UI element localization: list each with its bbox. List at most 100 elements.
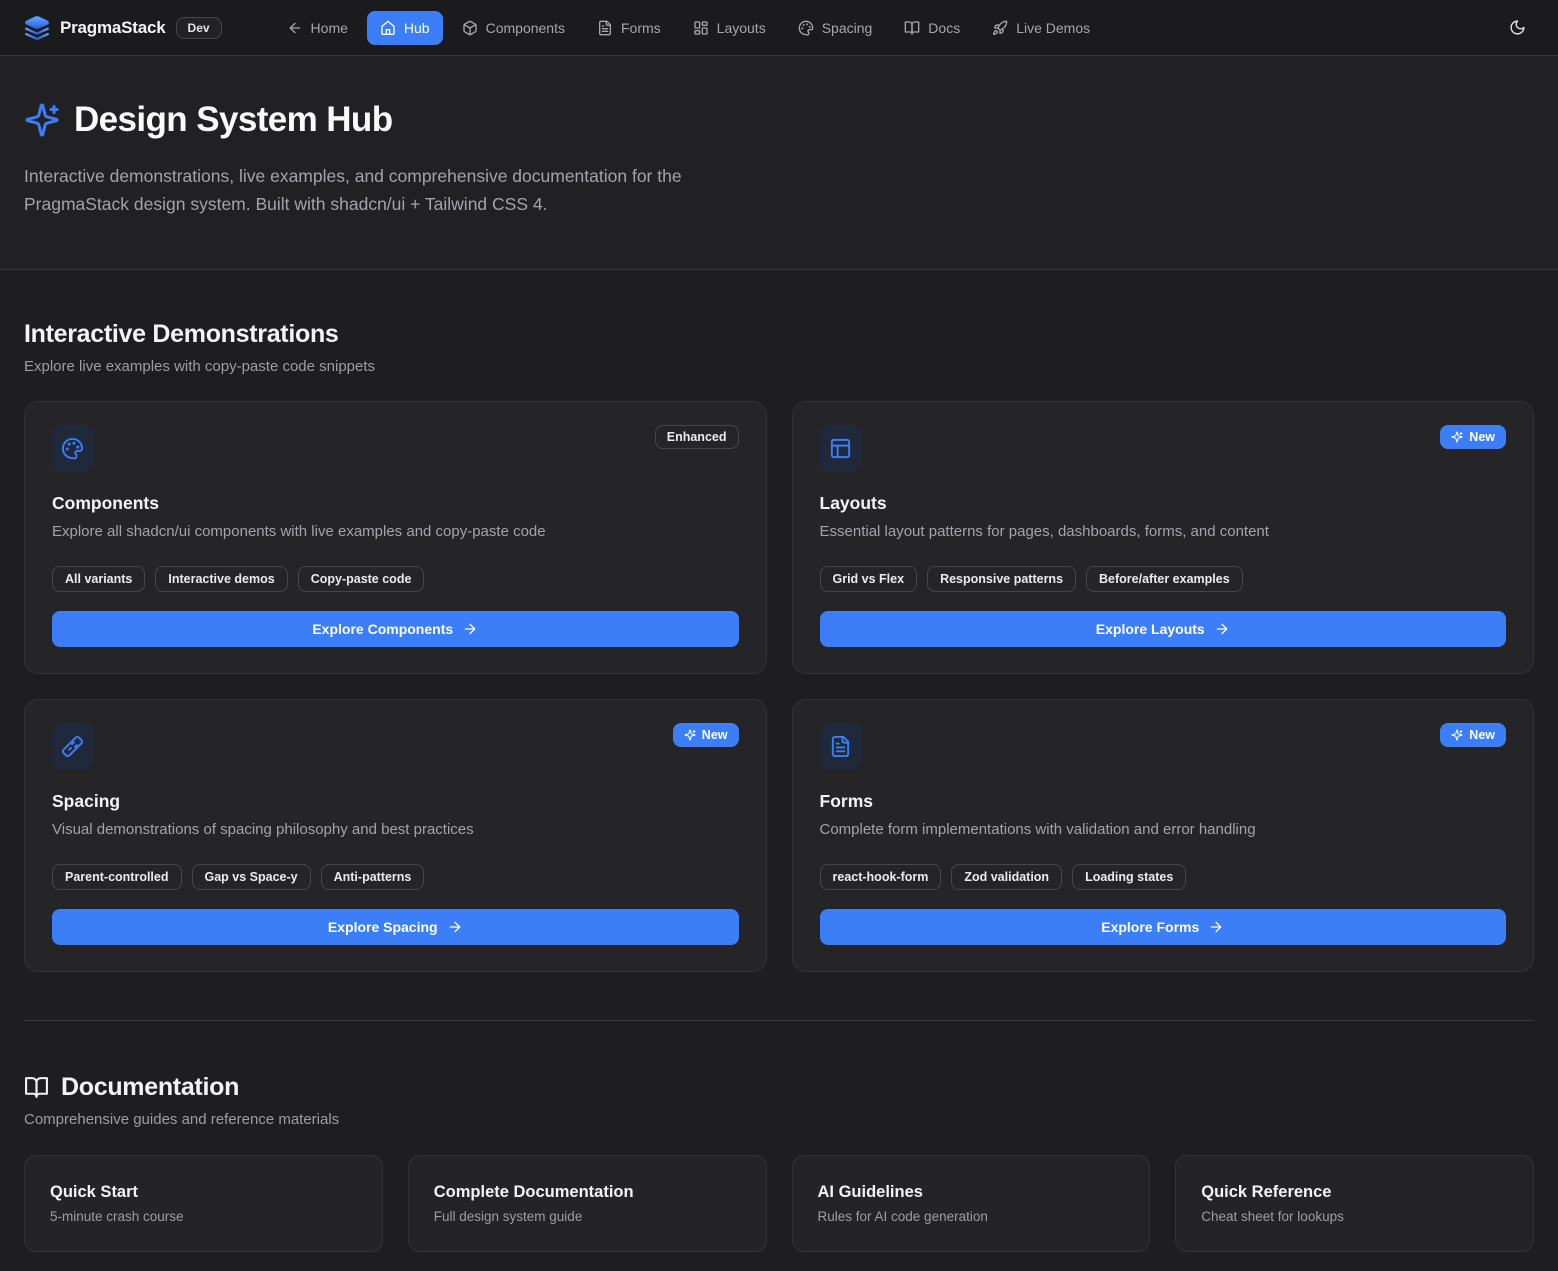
ruler-icon	[52, 723, 93, 770]
explore-layouts-button[interactable]: Explore Layouts	[820, 611, 1507, 647]
tag: react-hook-form	[820, 864, 942, 890]
nav-label: Forms	[621, 20, 661, 36]
tag: Interactive demos	[155, 566, 287, 592]
card-description: Complete form implementations with valid…	[820, 821, 1507, 838]
theme-toggle-button[interactable]	[1501, 11, 1534, 44]
tag: Before/after examples	[1086, 566, 1243, 592]
moon-icon	[1509, 19, 1526, 36]
tag: Gap vs Space-y	[192, 864, 311, 890]
nav-label: Hub	[404, 20, 430, 36]
status-badge: Enhanced	[655, 425, 739, 449]
tag-list: react-hook-form Zod validation Loading s…	[820, 864, 1507, 890]
doc-card-title: Quick Start	[50, 1183, 357, 1202]
package-icon	[462, 20, 478, 36]
book-open-icon	[904, 20, 920, 36]
tag: Anti-patterns	[321, 864, 425, 890]
nav-item-forms[interactable]: Forms	[584, 11, 674, 45]
card-title: Spacing	[52, 791, 739, 812]
page-title: Design System Hub	[74, 100, 393, 140]
nav-links: Home Hub Components Forms Layouts	[274, 11, 1104, 45]
doc-card-subtitle: Full design system guide	[434, 1209, 741, 1224]
tag: Copy-paste code	[298, 566, 425, 592]
file-text-icon	[597, 20, 613, 36]
nav-item-live-demos[interactable]: Live Demos	[979, 11, 1103, 45]
file-text-icon	[820, 723, 861, 770]
card-title: Layouts	[820, 493, 1507, 514]
sparkles-icon	[684, 729, 696, 741]
nav-label: Spacing	[822, 20, 873, 36]
hero-description: Interactive demonstrations, live example…	[24, 162, 769, 219]
arrow-left-icon	[287, 20, 303, 36]
arrow-right-icon	[447, 919, 463, 935]
doc-card-subtitle: 5-minute crash course	[50, 1209, 357, 1224]
env-badge: Dev	[176, 17, 222, 39]
demo-card-layouts: New Layouts Essential layout patterns fo…	[792, 401, 1535, 674]
arrow-right-icon	[462, 621, 478, 637]
tag-list: Parent-controlled Gap vs Space-y Anti-pa…	[52, 864, 739, 890]
palette-icon	[798, 20, 814, 36]
docs-section-title: Documentation	[61, 1073, 239, 1102]
card-title: Forms	[820, 791, 1507, 812]
nav-item-home[interactable]: Home	[274, 11, 361, 45]
layers-icon	[24, 15, 50, 41]
nav-item-hub[interactable]: Hub	[367, 11, 443, 45]
rocket-icon	[992, 20, 1008, 36]
doc-card-title: Quick Reference	[1201, 1183, 1508, 1202]
top-navigation: PragmaStack Dev Home Hub Components Fo	[0, 0, 1558, 56]
doc-card-subtitle: Rules for AI code generation	[818, 1209, 1125, 1224]
doc-card-quick-reference[interactable]: Quick Reference Cheat sheet for lookups	[1175, 1155, 1534, 1252]
doc-cards-grid: Quick Start 5-minute crash course Comple…	[24, 1155, 1534, 1271]
nav-label: Docs	[928, 20, 960, 36]
doc-card-title: Complete Documentation	[434, 1183, 741, 1202]
button-label: Explore Layouts	[1096, 621, 1205, 637]
sparkles-icon	[1451, 431, 1463, 443]
explore-components-button[interactable]: Explore Components	[52, 611, 739, 647]
nav-label: Live Demos	[1016, 20, 1090, 36]
nav-label: Components	[486, 20, 565, 36]
demo-card-forms: New Forms Complete form implementations …	[792, 699, 1535, 972]
explore-forms-button[interactable]: Explore Forms	[820, 909, 1507, 945]
brand[interactable]: PragmaStack Dev	[24, 15, 222, 41]
badge-label: New	[1469, 430, 1495, 444]
card-description: Essential layout patterns for pages, das…	[820, 523, 1507, 540]
palette-icon	[52, 425, 93, 472]
panels-top-left-icon	[820, 425, 861, 472]
doc-card-complete-documentation[interactable]: Complete Documentation Full design syste…	[408, 1155, 767, 1252]
nav-item-layouts[interactable]: Layouts	[680, 11, 779, 45]
home-icon	[380, 20, 396, 36]
explore-spacing-button[interactable]: Explore Spacing	[52, 909, 739, 945]
sparkles-icon	[1451, 729, 1463, 741]
arrow-right-icon	[1214, 621, 1230, 637]
nav-item-components[interactable]: Components	[449, 11, 578, 45]
doc-card-ai-guidelines[interactable]: AI Guidelines Rules for AI code generati…	[792, 1155, 1151, 1252]
book-open-icon	[24, 1075, 49, 1100]
demo-cards-grid: Enhanced Components Explore all shadcn/u…	[24, 401, 1534, 972]
tag: Grid vs Flex	[820, 566, 918, 592]
arrow-right-icon	[1208, 919, 1224, 935]
demos-section-subtitle: Explore live examples with copy-paste co…	[24, 358, 1534, 375]
main-content: Interactive Demonstrations Explore live …	[0, 320, 1558, 1271]
sparkles-icon	[24, 102, 60, 138]
button-label: Explore Components	[312, 621, 453, 637]
doc-card-quick-start[interactable]: Quick Start 5-minute crash course	[24, 1155, 383, 1252]
tag: Zod validation	[951, 864, 1062, 890]
nav-label: Home	[311, 20, 348, 36]
card-title: Components	[52, 493, 739, 514]
demos-section-title: Interactive Demonstrations	[24, 320, 1534, 349]
status-badge: New	[673, 723, 739, 747]
tag: All variants	[52, 566, 145, 592]
card-description: Visual demonstrations of spacing philoso…	[52, 821, 739, 838]
badge-label: New	[1469, 728, 1495, 742]
docs-section-header: Documentation Comprehensive guides and r…	[24, 1073, 1534, 1128]
tag: Parent-controlled	[52, 864, 182, 890]
demo-card-components: Enhanced Components Explore all shadcn/u…	[24, 401, 767, 674]
section-divider	[24, 1020, 1534, 1021]
button-label: Explore Forms	[1101, 919, 1199, 935]
card-description: Explore all shadcn/ui components with li…	[52, 523, 739, 540]
nav-item-docs[interactable]: Docs	[891, 11, 973, 45]
nav-item-spacing[interactable]: Spacing	[785, 11, 886, 45]
doc-card-title: AI Guidelines	[818, 1183, 1125, 1202]
button-label: Explore Spacing	[328, 919, 438, 935]
status-badge: New	[1440, 723, 1506, 747]
doc-card-subtitle: Cheat sheet for lookups	[1201, 1209, 1508, 1224]
